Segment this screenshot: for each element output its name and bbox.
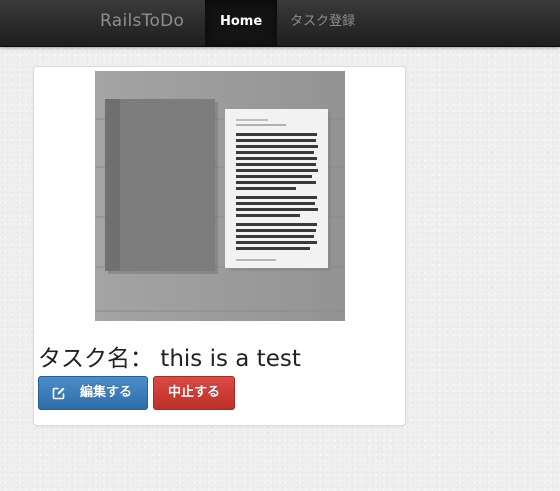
nav-task-register[interactable]: タスク登録 — [275, 0, 370, 46]
navbar: RailsToDo Home タスク登録 — [0, 0, 560, 47]
book-and-document-photo — [95, 71, 345, 321]
task-title: タスク名： this is a test — [38, 346, 301, 372]
edit-icon — [52, 387, 65, 400]
nav-home[interactable]: Home — [205, 0, 278, 46]
edit-button-label: 編集する — [80, 385, 133, 400]
brand-link[interactable]: RailsToDo — [100, 11, 184, 31]
task-card: タスク名： this is a test 編集する 中止する — [33, 66, 406, 426]
cancel-button[interactable]: 中止する — [153, 376, 235, 410]
task-image — [95, 71, 345, 321]
edit-button[interactable]: 編集する — [38, 376, 148, 410]
